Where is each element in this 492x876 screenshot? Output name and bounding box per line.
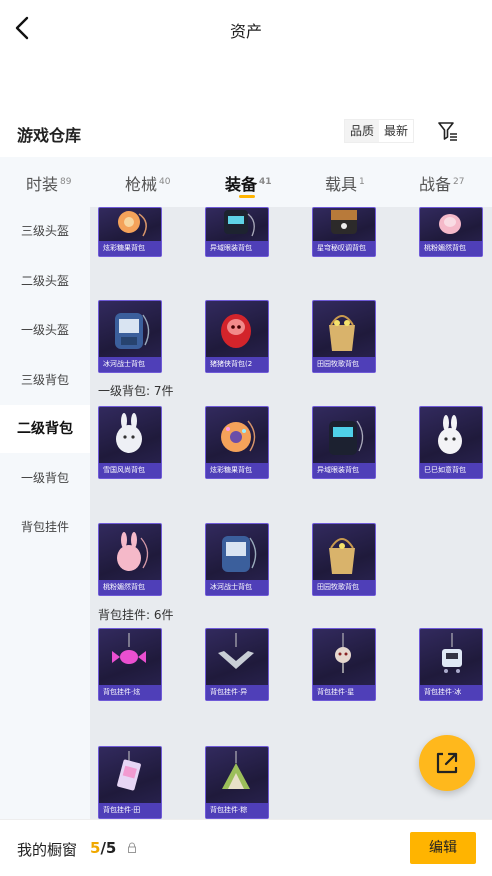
item-name: 雪国风尚背包 — [99, 463, 161, 478]
edit-button[interactable]: 编辑 — [410, 832, 476, 864]
sort-toggle[interactable]: 品质 最新 — [344, 119, 415, 143]
tab-fashion[interactable]: 时装 89 — [26, 171, 71, 195]
item-card[interactable]: 背包挂件·冰 — [419, 628, 483, 701]
item-card[interactable]: 背包挂件·田 — [98, 746, 162, 819]
item-card[interactable]: 猪猪侠背包(2 — [205, 300, 269, 373]
item-card[interactable]: 田园牧歌背包 — [312, 300, 376, 373]
item-name: 异域眼装背包 — [313, 463, 375, 478]
share-icon — [436, 752, 458, 774]
item-card[interactable]: 背包挂件·异 — [205, 628, 269, 701]
tab-label: 载具 — [325, 175, 358, 194]
group-label-lv1-backpack: 一级背包: 7件 — [98, 384, 174, 398]
item-name: 炫彩糖果背包 — [99, 241, 161, 256]
tab-label: 时装 — [26, 175, 59, 194]
item-grid: 炫彩糖果背包 异域眼装背包 星穹秘叹调背包 桃粉媚然背包 冰河战士背包 猪猪侠背… — [90, 207, 492, 819]
tab-supplies[interactable]: 战备 27 — [419, 171, 464, 195]
filter-icon[interactable] — [437, 120, 459, 142]
item-card[interactable]: 背包挂件·炫 — [98, 628, 162, 701]
item-name: 星穹秘叹调背包 — [313, 241, 375, 256]
tab-label: 装备 — [225, 175, 258, 194]
item-name: 背包挂件·星 — [313, 685, 375, 700]
share-button[interactable] — [419, 735, 475, 791]
top-bar: 资产 — [0, 0, 492, 60]
active-tab-indicator — [239, 195, 255, 198]
item-name: 桃粉媚然背包 — [420, 241, 482, 256]
sidebar-item-lv1-backpack[interactable]: 一级背包 — [0, 454, 90, 502]
item-card[interactable]: 炫彩糖果背包 — [98, 207, 162, 257]
item-card[interactable]: 炫彩糖果背包 — [205, 406, 269, 479]
item-name: 巳巳如意背包 — [420, 463, 482, 478]
tab-count: 40 — [159, 177, 171, 187]
item-card[interactable]: 星穹秘叹调背包 — [312, 207, 376, 257]
tab-count: 89 — [60, 177, 72, 187]
tab-guns[interactable]: 枪械 40 — [125, 171, 170, 195]
item-name: 背包挂件·异 — [206, 685, 268, 700]
sidebar-item-lv3-helmet[interactable]: 三级头盔 — [0, 207, 90, 255]
item-card[interactable]: 背包挂件·粽 — [205, 746, 269, 819]
tab-count: 1 — [359, 177, 365, 187]
item-name: 背包挂件·冰 — [420, 685, 482, 700]
warehouse-header: 游戏仓库 品质 最新 — [0, 116, 492, 152]
item-name: 田园牧歌背包 — [313, 357, 375, 372]
sidebar-item-pendant[interactable]: 背包挂件 — [0, 503, 90, 551]
sort-option-quality[interactable]: 品质 — [345, 120, 379, 142]
item-card[interactable]: 冰河战士背包 — [98, 300, 162, 373]
item-name: 炫彩糖果背包 — [206, 463, 268, 478]
item-card[interactable]: 雪国风尚背包 — [98, 406, 162, 479]
item-name: 背包挂件·田 — [99, 803, 161, 818]
warehouse-title: 游戏仓库 — [17, 126, 82, 145]
page-title: 资产 — [229, 22, 262, 41]
group-label-pendant: 背包挂件: 6件 — [98, 608, 174, 622]
sort-option-latest[interactable]: 最新 — [379, 120, 414, 142]
tab-count: 27 — [453, 177, 465, 187]
item-card[interactable]: 冰河战士背包 — [205, 523, 269, 596]
item-card[interactable]: 巳巳如意背包 — [419, 406, 483, 479]
showcase-label: 我的橱窗 — [17, 841, 78, 859]
item-name: 背包挂件·炫 — [99, 685, 161, 700]
item-name: 田园牧歌背包 — [313, 580, 375, 595]
item-name: 猪猪侠背包(2 — [206, 357, 268, 372]
showcase-count: 5/5 — [90, 839, 116, 857]
item-card[interactable]: 异域眼装背包 — [205, 207, 269, 257]
sidebar: 三级头盔 二级头盔 一级头盔 三级背包 二级背包 一级背包 背包挂件 — [0, 207, 90, 819]
item-card[interactable]: 田园牧歌背包 — [312, 523, 376, 596]
tab-label: 枪械 — [125, 175, 158, 194]
item-name: 冰河战士背包 — [99, 357, 161, 372]
item-card[interactable]: 桃粉媚然背包 — [419, 207, 483, 257]
category-tabs: 时装 89 枪械 40 装备 41 载具 1 战备 27 — [0, 157, 492, 207]
tab-vehicles[interactable]: 载具 1 — [325, 171, 365, 195]
item-name: 桃粉媚然背包 — [99, 580, 161, 595]
tab-count: 41 — [259, 177, 272, 187]
tab-equipment[interactable]: 装备 41 — [225, 171, 272, 198]
item-name: 冰河战士背包 — [206, 580, 268, 595]
sidebar-item-lv2-backpack[interactable]: 二级背包 — [0, 405, 90, 453]
item-name: 异域眼装背包 — [206, 241, 268, 256]
sidebar-item-lv1-helmet[interactable]: 一级头盔 — [0, 306, 90, 354]
item-card[interactable]: 背包挂件·星 — [312, 628, 376, 701]
sidebar-item-lv2-helmet[interactable]: 二级头盔 — [0, 257, 90, 305]
item-card[interactable]: 桃粉媚然背包 — [98, 523, 162, 596]
showcase-count-current: 5 — [90, 839, 101, 857]
sidebar-item-lv3-backpack[interactable]: 三级背包 — [0, 356, 90, 404]
item-card[interactable]: 异域眼装背包 — [312, 406, 376, 479]
bottom-bar: 我的橱窗 5/5 编辑 — [0, 819, 492, 876]
tab-label: 战备 — [419, 175, 452, 194]
showcase-count-total: /5 — [100, 839, 117, 857]
item-name: 背包挂件·粽 — [206, 803, 268, 818]
lock-icon — [128, 842, 136, 853]
